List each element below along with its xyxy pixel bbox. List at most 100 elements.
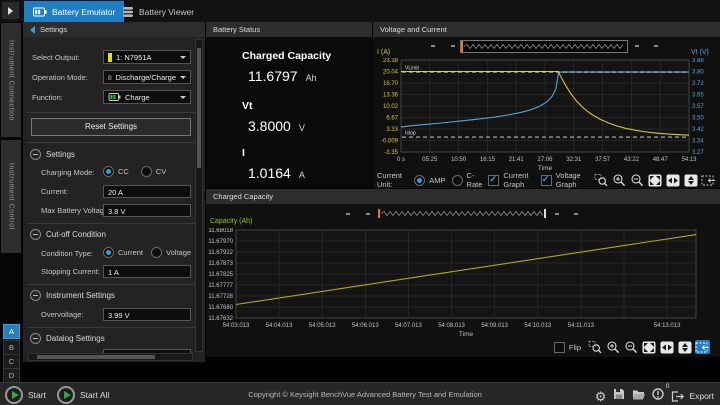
error-count-badge: 0	[666, 383, 670, 390]
zoom-region-icon[interactable]	[593, 173, 608, 187]
radio-cc[interactable]	[103, 166, 114, 177]
chevron-down-icon	[180, 76, 186, 79]
svg-text:11.67970: 11.67970	[208, 239, 233, 245]
selector-handle-left[interactable]	[461, 41, 463, 52]
battery-status-header: Battery Status	[206, 22, 372, 37]
voltage-graph-checkbox[interactable]	[541, 175, 552, 186]
metric-unit: Ah	[306, 73, 317, 83]
metric-value: 1.0164 A	[248, 165, 305, 181]
rail-tab-instrument-connection[interactable]: Instrument Connection	[1, 23, 21, 137]
error-count-icon[interactable]: 0	[652, 387, 664, 405]
scrollbar-thumb[interactable]	[37, 355, 155, 359]
sidebar-toggle-button[interactable]	[2, 2, 19, 19]
collapse-section-icon[interactable]	[30, 290, 41, 301]
rail-tab-instrument-control[interactable]: Instrument Control	[1, 140, 21, 253]
selector-window[interactable]	[460, 40, 628, 53]
svg-text:16.70: 16.70	[383, 81, 399, 87]
open-folder-icon[interactable]	[632, 387, 645, 405]
start-all-button[interactable]: Start All	[57, 386, 109, 404]
svg-text:3.57: 3.57	[692, 104, 704, 110]
auto-scroll-icon[interactable]	[701, 173, 716, 187]
reset-settings-button[interactable]: Reset Settings	[31, 118, 191, 136]
zoom-in-icon[interactable]	[611, 173, 626, 187]
metric-value: 11.6797 Ah	[248, 68, 317, 84]
current-input[interactable]: 20 A	[103, 185, 191, 198]
svg-text:3.80: 3.80	[692, 70, 704, 76]
fit-horizontal-icon[interactable]	[659, 340, 674, 354]
stopping-current-input[interactable]: 1 A	[103, 265, 191, 278]
section-instrument-settings[interactable]: Instrument Settings	[30, 290, 115, 301]
function-dropdown[interactable]: Charge	[103, 90, 191, 104]
radio-voltage[interactable]	[151, 247, 162, 258]
charging-mode-radios: CC CV	[103, 166, 166, 177]
channel-button-b[interactable]: B	[3, 340, 20, 355]
flip-checkbox[interactable]	[554, 342, 565, 353]
export-button[interactable]: Export	[671, 391, 714, 402]
voltage-current-chart[interactable]: 23.3820.0416.7013.3610.026.673.33-0.009-…	[373, 58, 720, 172]
radio-c-rate[interactable]	[452, 175, 463, 186]
collapse-panel-icon[interactable]	[30, 26, 35, 34]
zoom-out-icon[interactable]	[629, 173, 644, 187]
save-icon[interactable]	[613, 387, 625, 405]
section-cutoff-condition[interactable]: Cut-off Condition	[30, 229, 106, 240]
svg-text:6.67: 6.67	[386, 116, 398, 122]
svg-text:37:57: 37:57	[595, 157, 611, 163]
tab-bar: Battery Emulator Battery Viewer	[0, 0, 720, 22]
svg-text:23.38: 23.38	[383, 58, 399, 64]
voltage-current-header: Voltage and Current	[373, 22, 720, 37]
settings-gear-icon[interactable]: ⚙	[595, 390, 607, 403]
radio-cv[interactable]	[141, 166, 152, 177]
svg-text:Time: Time	[459, 331, 474, 338]
svg-text:11.67825: 11.67825	[208, 272, 233, 278]
auto-scroll-icon[interactable]	[695, 340, 710, 354]
svg-text:54:06.013: 54:06.013	[352, 323, 379, 329]
channel-button-c[interactable]: C	[3, 354, 20, 369]
horizontal-scrollbar[interactable]	[28, 353, 193, 361]
tab-battery-viewer[interactable]: Battery Viewer	[113, 1, 203, 22]
section-datalog-settings[interactable]: Datalog Settings	[30, 333, 105, 344]
channel-button-d[interactable]: D	[3, 368, 20, 383]
section-settings[interactable]: Settings	[30, 149, 75, 160]
select-output-dropdown[interactable]: 1: N7951A	[103, 50, 191, 64]
vertical-scrollbar[interactable]	[195, 39, 203, 352]
svg-text:20.04: 20.04	[383, 70, 399, 76]
tab-battery-emulator[interactable]: Battery Emulator	[24, 1, 124, 22]
selector-handle-left[interactable]	[378, 209, 380, 218]
fit-horizontal-icon[interactable]	[665, 173, 680, 187]
vc-controls: Current Unit: AMP C-Rate Current Graph V…	[377, 172, 716, 188]
overvoltage-input[interactable]: 3.99 V	[103, 308, 191, 321]
svg-text:13.36: 13.36	[383, 93, 399, 99]
svg-text:10.02: 10.02	[383, 104, 399, 110]
current-graph-checkbox[interactable]	[488, 175, 499, 186]
cap-range-selector[interactable]	[206, 208, 720, 221]
collapse-section-icon[interactable]	[30, 333, 41, 344]
chevron-down-icon	[180, 96, 186, 99]
svg-text:3.72: 3.72	[692, 81, 704, 87]
charged-capacity-chart[interactable]: 11.6801811.6797011.6792211.6787311.67825…	[206, 228, 720, 339]
svg-text:3.42: 3.42	[692, 127, 704, 133]
max-battery-voltage-input[interactable]: 3.8 V	[103, 204, 191, 217]
divider	[27, 284, 201, 285]
operation-mode-dropdown[interactable]: Discharge/Charge	[103, 70, 191, 84]
zoom-in-icon[interactable]	[605, 340, 620, 354]
zoom-fit-icon[interactable]	[641, 340, 656, 354]
selector-mark	[431, 45, 435, 47]
channel-button-a[interactable]: A	[3, 324, 20, 339]
zoom-region-icon[interactable]	[587, 340, 602, 354]
scrollbar-thumb[interactable]	[197, 48, 201, 168]
fit-vertical-icon[interactable]	[683, 173, 698, 187]
zoom-fit-icon[interactable]	[647, 173, 662, 187]
start-button[interactable]: Start	[5, 386, 46, 404]
radio-amp[interactable]	[414, 175, 425, 186]
fit-vertical-icon[interactable]	[677, 340, 692, 354]
left-rail: Instrument Connection Instrument Control…	[0, 22, 22, 405]
selector-handle-right[interactable]	[544, 209, 546, 218]
collapse-section-icon[interactable]	[30, 229, 41, 240]
radio-current[interactable]	[103, 247, 114, 258]
collapse-section-icon[interactable]	[30, 149, 41, 160]
svg-text:3.88: 3.88	[692, 58, 704, 64]
vc-range-selector[interactable]	[373, 40, 720, 53]
svg-text:54:03.013: 54:03.013	[223, 323, 250, 329]
zoom-out-icon[interactable]	[623, 340, 638, 354]
svg-text:3.33: 3.33	[386, 127, 398, 133]
